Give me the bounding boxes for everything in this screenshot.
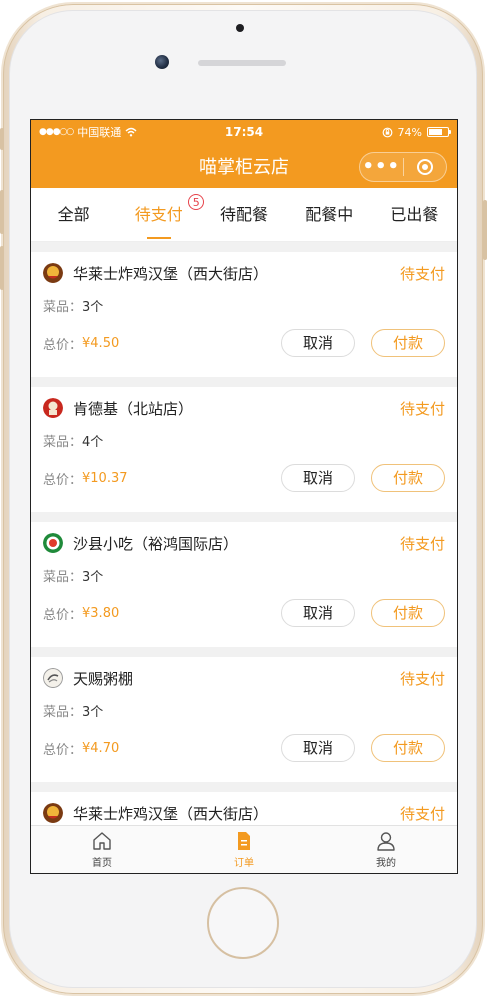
more-menu-button[interactable]: •••: [360, 158, 403, 176]
phone-screen: ●●●○○ 中国联通 17:54 74% 喵掌柜云店 ••• 全部 待支付 5 …: [30, 119, 458, 874]
tabbar-home-label: 首页: [92, 858, 112, 869]
items-label: 菜品：: [43, 570, 83, 585]
volume-up-button: [0, 190, 4, 234]
tabbar-profile[interactable]: 我的: [315, 826, 457, 873]
order-status: 待支付: [399, 534, 445, 553]
power-button: [483, 200, 487, 260]
active-tab-indicator: [146, 236, 171, 239]
volume-down-button: [0, 246, 4, 290]
battery-percent: 74%: [397, 125, 422, 139]
order-icon: [238, 832, 250, 850]
tab-pending-payment-label: 待支付: [134, 204, 183, 224]
store-name[interactable]: 肯德基（北站店）: [73, 398, 193, 419]
store-name[interactable]: 天赐粥棚: [73, 668, 133, 689]
front-camera: [155, 55, 169, 69]
cancel-order-button[interactable]: 取消: [281, 464, 355, 492]
order-total: ¥4.50: [82, 335, 120, 351]
pay-button[interactable]: 付款: [371, 734, 445, 762]
profile-icon: [377, 832, 395, 851]
tab-all-label: 全部: [57, 204, 90, 224]
total-label: 总价：: [43, 337, 83, 353]
items-count: 3个: [82, 705, 104, 720]
battery-level: [429, 129, 442, 135]
order-status: 待支付: [399, 399, 445, 418]
cancel-order-button[interactable]: 取消: [281, 599, 355, 627]
order-status: 待支付: [399, 669, 445, 688]
tab-preparing[interactable]: 配餐中: [287, 188, 372, 242]
items-label: 菜品：: [43, 705, 83, 720]
bottom-tab-bar: 首页 订单 我的: [31, 825, 457, 873]
order-status: 待支付: [399, 804, 445, 823]
store-logo: [43, 263, 63, 283]
page-title: 喵掌柜云店: [199, 157, 289, 178]
mini-program-capsule: •••: [359, 152, 447, 182]
items-label: 菜品：: [43, 300, 83, 315]
order-card[interactable]: 华莱士炸鸡汉堡（西大街店） 待支付: [31, 792, 457, 825]
rotation-lock-icon: [382, 127, 392, 137]
order-card[interactable]: 天赐粥棚 待支付 菜品：3个 总价： ¥4.70 取消 付款: [31, 657, 457, 782]
wifi-icon: [125, 127, 137, 137]
mute-switch: [0, 128, 4, 150]
tab-pending-payment[interactable]: 待支付 5: [116, 188, 205, 242]
close-mini-program-button[interactable]: [404, 159, 447, 175]
tab-served-label: 已出餐: [390, 204, 439, 224]
target-icon: [416, 159, 433, 175]
store-logo: [43, 533, 63, 553]
home-icon: [93, 832, 111, 850]
status-bar: ●●●○○ 中国联通 17:54 74%: [31, 120, 457, 144]
store-logo: [43, 668, 63, 688]
tab-all[interactable]: 全部: [31, 188, 116, 242]
items-count: 3个: [82, 300, 104, 315]
order-status-tabs: 全部 待支付 5 待配餐 配餐中 已出餐: [31, 188, 457, 242]
order-card[interactable]: 华莱士炸鸡汉堡（西大街店） 待支付 菜品：3个 总价： ¥4.50 取消 付款: [31, 252, 457, 377]
store-name[interactable]: 华莱士炸鸡汉堡（西大街店）: [73, 803, 268, 824]
order-total: ¥4.70: [82, 740, 120, 756]
tab-pending-prep[interactable]: 待配餐: [201, 188, 286, 242]
cancel-order-button[interactable]: 取消: [281, 329, 355, 357]
earpiece-speaker: [198, 60, 286, 66]
tabbar-home[interactable]: 首页: [31, 826, 173, 873]
home-button[interactable]: [207, 887, 279, 959]
tab-pending-prep-label: 待配餐: [220, 204, 269, 224]
store-name[interactable]: 沙县小吃（裕鸿国际店）: [73, 533, 238, 554]
signal-strength: ●●●○○: [39, 127, 74, 137]
battery-icon: [427, 127, 451, 137]
total-label: 总价：: [43, 472, 83, 488]
order-card[interactable]: 肯德基（北站店） 待支付 菜品：4个 总价： ¥10.37 取消 付款: [31, 387, 457, 512]
store-logo: [43, 803, 63, 823]
pay-button[interactable]: 付款: [371, 329, 445, 357]
items-count: 4个: [82, 435, 104, 450]
order-total: ¥3.80: [82, 605, 120, 621]
pay-button[interactable]: 付款: [371, 464, 445, 492]
items-label: 菜品：: [43, 435, 83, 450]
order-card[interactable]: 沙县小吃（裕鸿国际店） 待支付 菜品：3个 总价： ¥3.80 取消 付款: [31, 522, 457, 647]
store-name[interactable]: 华莱士炸鸡汉堡（西大街店）: [73, 263, 268, 284]
tabbar-orders-label: 订单: [234, 858, 254, 869]
nav-bar: 喵掌柜云店 •••: [31, 144, 457, 188]
tab-served[interactable]: 已出餐: [372, 188, 457, 242]
total-label: 总价：: [43, 742, 83, 758]
proximity-sensor: [236, 24, 244, 32]
tab-preparing-label: 配餐中: [305, 204, 354, 224]
carrier-name: 中国联通: [77, 126, 122, 139]
total-label: 总价：: [43, 607, 83, 623]
order-list[interactable]: 华莱士炸鸡汉堡（西大街店） 待支付 菜品：3个 总价： ¥4.50 取消 付款 …: [31, 242, 457, 825]
order-status: 待支付: [399, 264, 445, 283]
tabbar-profile-label: 我的: [376, 858, 396, 869]
items-count: 3个: [82, 570, 104, 585]
store-logo: [43, 398, 63, 418]
order-total: ¥10.37: [82, 470, 128, 486]
tabbar-orders[interactable]: 订单: [173, 826, 315, 873]
pay-button[interactable]: 付款: [371, 599, 445, 627]
cancel-order-button[interactable]: 取消: [281, 734, 355, 762]
